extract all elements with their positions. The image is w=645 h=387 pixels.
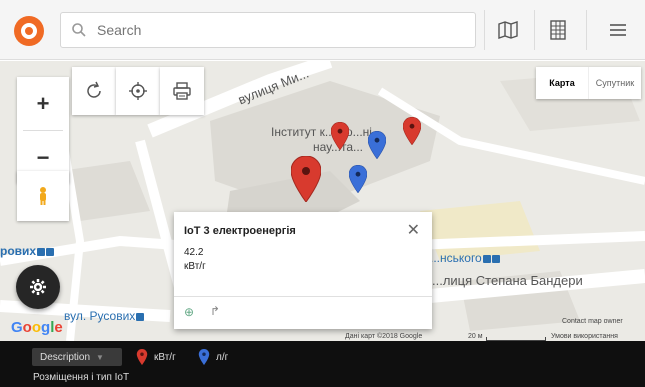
directions-icon[interactable]: ↱ bbox=[210, 304, 220, 318]
map-type-satellite-button[interactable]: Супутник bbox=[588, 67, 641, 99]
street-view-pegman[interactable] bbox=[17, 171, 69, 221]
menu-button[interactable] bbox=[602, 14, 634, 46]
legend-item: кВт/г bbox=[136, 349, 176, 365]
pegman-icon bbox=[40, 187, 46, 205]
map-view-button[interactable] bbox=[492, 14, 524, 46]
map-attribution: Дані карт ©2018 Google bbox=[345, 333, 423, 340]
hamburger-icon bbox=[610, 24, 626, 36]
crosshair-icon bbox=[129, 82, 147, 100]
gear-icon bbox=[30, 279, 46, 295]
map-marker-selected[interactable] bbox=[291, 156, 321, 202]
zoom-control: + − bbox=[17, 77, 69, 183]
divider bbox=[484, 10, 485, 50]
search-icon bbox=[72, 23, 86, 37]
print-button[interactable] bbox=[160, 67, 204, 115]
map-marker-blue[interactable] bbox=[368, 131, 386, 159]
transit-label: ровиx bbox=[0, 244, 55, 258]
info-window: IoT 3 електроенергія ✕ 42.2 кВт/г ⊕ ↱ bbox=[174, 212, 432, 329]
map-marker-blue[interactable] bbox=[349, 165, 367, 193]
blue-marker-icon bbox=[198, 349, 210, 365]
chevron-down-icon: ▼ bbox=[96, 352, 104, 362]
refresh-button[interactable] bbox=[72, 67, 116, 115]
info-window-value: 42.2 bbox=[184, 247, 204, 258]
table-view-button[interactable] bbox=[542, 14, 574, 46]
map-type-map-button[interactable]: Карта bbox=[536, 67, 588, 99]
red-marker-icon bbox=[136, 349, 148, 365]
map-scale-label: 20 м bbox=[468, 333, 483, 340]
divider bbox=[534, 10, 535, 50]
divider bbox=[586, 10, 587, 50]
map-marker-red[interactable] bbox=[331, 122, 349, 150]
locate-button[interactable] bbox=[116, 67, 160, 115]
info-window-unit: кВт/г bbox=[184, 261, 206, 272]
settings-button[interactable] bbox=[16, 265, 60, 309]
transit-label-right: ...нського bbox=[430, 251, 500, 265]
street-label-rusovykh: вул. Русових bbox=[64, 309, 145, 323]
search-box[interactable] bbox=[60, 12, 476, 48]
printer-icon bbox=[173, 82, 191, 100]
close-icon[interactable]: ✕ bbox=[407, 220, 420, 240]
app-logo-icon[interactable] bbox=[14, 16, 44, 46]
top-bar bbox=[0, 0, 645, 60]
info-window-title: IoT 3 електроенергія bbox=[184, 225, 296, 237]
map-type-control: Карта Супутник bbox=[536, 67, 641, 99]
contact-owner-link[interactable]: Contact map owner bbox=[562, 318, 623, 325]
street-label-bandery: ...лиця Степана Бандери bbox=[432, 273, 583, 288]
table-icon bbox=[550, 20, 566, 40]
google-logo[interactable]: Google bbox=[11, 319, 63, 336]
zoom-in-button[interactable]: + bbox=[17, 77, 69, 130]
zoom-to-icon[interactable]: ⊕ bbox=[184, 305, 194, 319]
legend-item: л/г bbox=[198, 349, 228, 365]
search-input[interactable] bbox=[97, 22, 457, 38]
institute-label: Інститут к...п'ю...ні bbox=[271, 125, 372, 139]
terms-link[interactable]: Умови використання bbox=[551, 333, 618, 340]
legend-caption: Розміщення і тип IoT bbox=[33, 372, 130, 383]
description-dropdown[interactable]: Description ▼ bbox=[32, 348, 122, 366]
map-icon bbox=[498, 21, 518, 39]
refresh-icon bbox=[87, 81, 101, 98]
map-marker-red[interactable] bbox=[403, 117, 421, 145]
